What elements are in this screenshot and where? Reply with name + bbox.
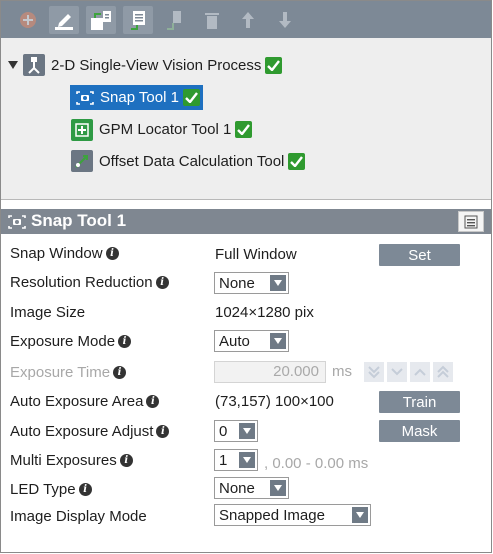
move-down-button[interactable] [270,6,300,34]
image-size-value: 1024×1280 pix [215,304,314,321]
select-value: None [219,274,255,292]
tree-item-snap-tool[interactable]: Snap Tool 1 [70,85,203,110]
valid-check-icon [288,152,306,170]
gpm-locator-icon [71,118,93,141]
tree-item-gpm-locator[interactable]: GPM Locator Tool 1 [71,117,253,142]
valid-check-icon [235,121,253,138]
decrease-button[interactable] [387,362,407,382]
info-icon[interactable]: i [78,483,92,496]
decrease-fast-button[interactable] [364,362,384,382]
image-size-label: Image Size [10,304,86,321]
info-icon[interactable]: i [155,276,169,289]
tree-item-label: GPM Locator Tool 1 [99,121,232,138]
camera-snap-icon [73,87,97,109]
toolbar [1,1,491,38]
move-up-button[interactable] [233,6,263,34]
list-menu-icon [464,215,478,228]
auto-exposure-area-value: (73,157) 100×100 [215,393,334,410]
vision-process-icon [23,54,45,76]
camera-snap-icon [7,214,27,235]
expand-arrow-icon[interactable] [7,59,19,71]
arrow-up-icon [242,12,254,28]
offset-calc-icon [71,150,93,172]
increase-button[interactable] [410,362,430,382]
add-icon [20,12,36,28]
increase-fast-button[interactable] [433,362,453,382]
multi-exposures-select[interactable]: 1 [214,449,258,471]
train-button[interactable]: Train [379,391,460,413]
select-value: 1 [219,451,228,469]
multi-exposures-range: , 0.00 - 0.00 ms [264,455,369,472]
add-button[interactable] [13,6,43,34]
delete-icon [205,13,219,29]
paste-tool-icon [131,11,145,30]
exposure-mode-label: Exposure Mode i [10,333,132,350]
led-type-select[interactable]: None [214,477,289,499]
delete-button[interactable] [197,6,227,34]
valid-check-icon [182,89,200,106]
resolution-reduction-label: Resolution Reduction i [10,274,169,291]
info-icon[interactable]: i [119,454,133,467]
set-button[interactable]: Set [379,244,460,266]
info-icon[interactable]: i [118,335,132,348]
resolution-reduction-select[interactable]: None [214,272,289,294]
tree-root-label: 2-D Single-View Vision Process [51,56,262,74]
arrow-down-icon [279,12,291,28]
select-value: 0 [219,422,228,440]
paste-tool-button[interactable] [123,6,153,34]
tree-item-offset-calc[interactable]: Offset Data Calculation Tool [71,148,306,174]
select-value: Snapped Image [219,506,325,524]
info-icon[interactable]: i [105,247,119,260]
exposure-time-input[interactable]: 20.000 [214,361,326,383]
chevron-down-icon [391,368,403,376]
led-type-label: LED Type i [10,481,92,498]
tree-item-label: Offset Data Calculation Tool [99,152,285,170]
rename-icon [55,14,73,30]
image-display-mode-select[interactable]: Snapped Image [214,504,371,526]
panel-header: Snap Tool 1 [1,209,491,234]
dropdown-arrow-icon [270,333,286,349]
exposure-time-unit: ms [332,363,352,380]
tree-item-label: Snap Tool 1 [100,89,179,106]
dropdown-arrow-icon [239,423,255,439]
tool-tree: 2-D Single-View Vision Process Snap Tool… [1,38,491,200]
dropdown-arrow-icon [239,452,255,468]
valid-check-icon [265,56,283,74]
dropdown-arrow-icon [270,275,286,291]
double-chevron-up-icon [437,365,449,378]
tree-root-row[interactable]: 2-D Single-View Vision Process [7,53,283,77]
select-value: None [219,479,255,497]
add-tool-button[interactable] [86,6,116,34]
info-icon[interactable]: i [156,425,170,438]
multi-exposures-label: Multi Exposures i [10,452,133,469]
info-icon[interactable]: i [113,366,127,379]
exposure-time-label: Exposure Time i [10,364,127,381]
insert-tool-button[interactable] [159,6,189,34]
auto-exposure-adjust-label: Auto Exposure Adjust i [10,423,170,440]
panel-menu-button[interactable] [458,211,484,232]
add-tool-icon [91,11,111,30]
dropdown-arrow-icon [352,507,368,523]
exposure-mode-select[interactable]: Auto [214,330,289,352]
info-icon[interactable]: i [146,395,160,408]
dropdown-arrow-icon [270,480,286,496]
panel-title: Snap Tool 1 [31,211,127,230]
rename-button[interactable] [49,6,79,34]
select-value: Auto [219,332,250,350]
auto-exposure-area-label: Auto Exposure Area i [10,393,160,410]
chevron-up-icon [414,368,426,376]
image-display-mode-label: Image Display Mode [10,508,147,525]
double-chevron-down-icon [368,366,380,379]
snap-window-value: Full Window [215,246,297,263]
insert-tool-icon [167,11,181,30]
auto-exposure-adjust-select[interactable]: 0 [214,420,258,442]
snap-window-label: Snap Window i [10,245,119,262]
mask-button[interactable]: Mask [379,420,460,442]
